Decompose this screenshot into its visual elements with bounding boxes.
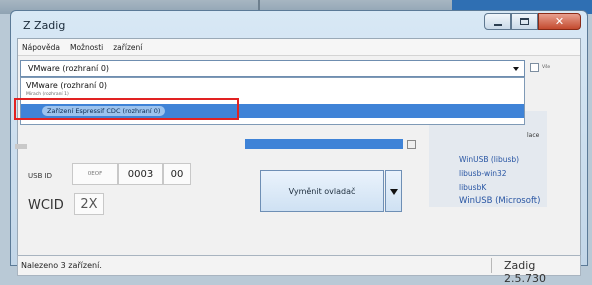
driver-libusbk[interactable]: libusbK bbox=[459, 183, 486, 192]
chevron-down-icon[interactable] bbox=[513, 67, 519, 71]
usb-id-label: USB ID bbox=[28, 172, 53, 180]
maximize-icon bbox=[520, 18, 529, 25]
hidden-field-edge bbox=[15, 144, 27, 149]
driver-spin-button[interactable] bbox=[407, 140, 416, 149]
status-text: Nalezeno 3 zařízení. bbox=[21, 261, 102, 270]
selection-highlight-box bbox=[14, 98, 239, 120]
replace-driver-button[interactable]: Vyměnit ovladač bbox=[260, 170, 384, 212]
usb-vid-field: 0EOF bbox=[72, 163, 118, 185]
status-divider bbox=[491, 258, 492, 273]
driver-winusb-microsoft[interactable]: WinUSB (Microsoft) bbox=[459, 196, 540, 206]
dropdown-option-mirach[interactable]: Mirach (rozhraní 1) bbox=[26, 92, 69, 97]
replace-text-fragment: lace bbox=[527, 132, 540, 139]
window-title: Z Zadig bbox=[23, 19, 66, 32]
driver-list-panel: WinUSB (libusb) libusb-win32 libusbK Win… bbox=[429, 111, 547, 207]
close-icon: ✕ bbox=[554, 15, 565, 28]
window-controls: ✕ bbox=[484, 13, 581, 30]
close-button[interactable]: ✕ bbox=[538, 13, 581, 30]
menu-options[interactable]: Možnosti bbox=[69, 42, 104, 53]
wcid-field: 2X bbox=[74, 193, 104, 215]
device-selected-label: VMware (rozhraní 0) bbox=[28, 64, 110, 73]
maximize-button[interactable] bbox=[511, 13, 538, 30]
device-combobox[interactable]: VMware (rozhraní 0) bbox=[20, 60, 525, 77]
usb-pid-field: 0003 bbox=[118, 163, 163, 185]
dropdown-option-vmware[interactable]: VMware (rozhraní 0) bbox=[26, 81, 107, 90]
status-bar: Nalezeno 3 zařízení. Zadig 2.5.730 bbox=[17, 255, 581, 285]
list-all-option[interactable]: Vše bbox=[530, 63, 550, 72]
usb-mi-field: 00 bbox=[163, 163, 191, 185]
menu-bar: Nápověda Možnosti zařízení bbox=[18, 39, 580, 56]
driver-winusb-libusb[interactable]: WinUSB (libusb) bbox=[459, 155, 519, 164]
driver-libusb-win32[interactable]: libusb-win32 bbox=[459, 169, 507, 178]
minimize-icon bbox=[493, 23, 502, 26]
minimize-button[interactable] bbox=[484, 13, 511, 30]
driver-selector-bar[interactable] bbox=[245, 139, 403, 149]
menu-device[interactable]: zařízení bbox=[112, 42, 143, 53]
version-text: Zadig 2.5.730 bbox=[504, 259, 546, 285]
chevron-down-icon bbox=[390, 189, 398, 195]
wcid-label: WCID bbox=[28, 198, 64, 213]
list-all-label: Vše bbox=[542, 65, 551, 70]
replace-driver-split-button[interactable] bbox=[385, 170, 402, 212]
menu-help[interactable]: Nápověda bbox=[21, 42, 61, 53]
list-all-checkbox[interactable] bbox=[530, 63, 539, 72]
